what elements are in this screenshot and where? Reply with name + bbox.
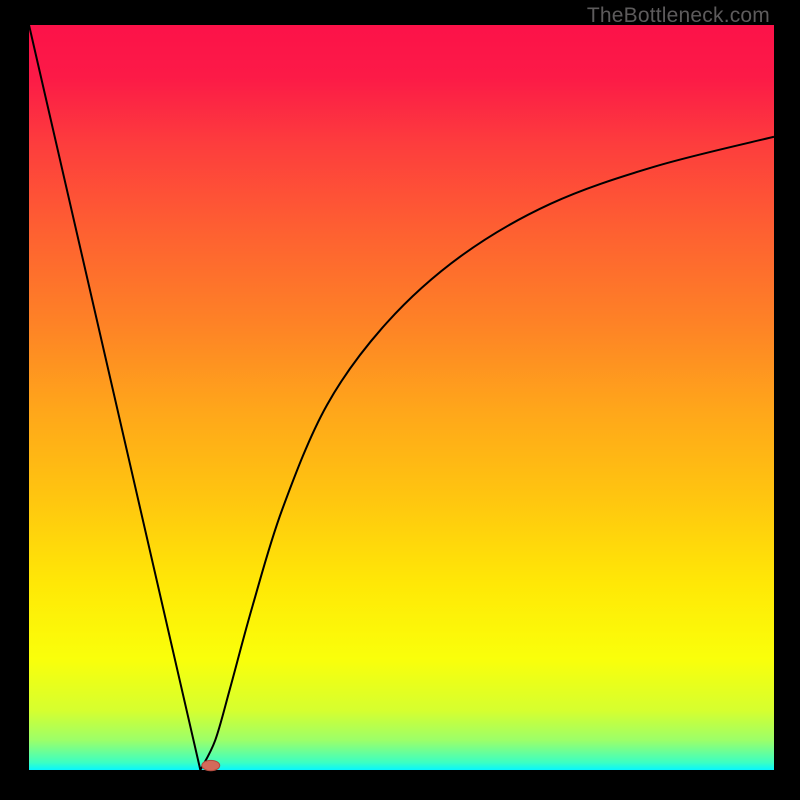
chart-frame: TheBottleneck.com	[0, 0, 800, 800]
watermark-text: TheBottleneck.com	[587, 4, 770, 28]
chart-svg	[0, 0, 800, 800]
bottleneck-curve	[29, 25, 774, 770]
curve-group	[29, 25, 774, 771]
minimum-marker	[202, 760, 220, 770]
